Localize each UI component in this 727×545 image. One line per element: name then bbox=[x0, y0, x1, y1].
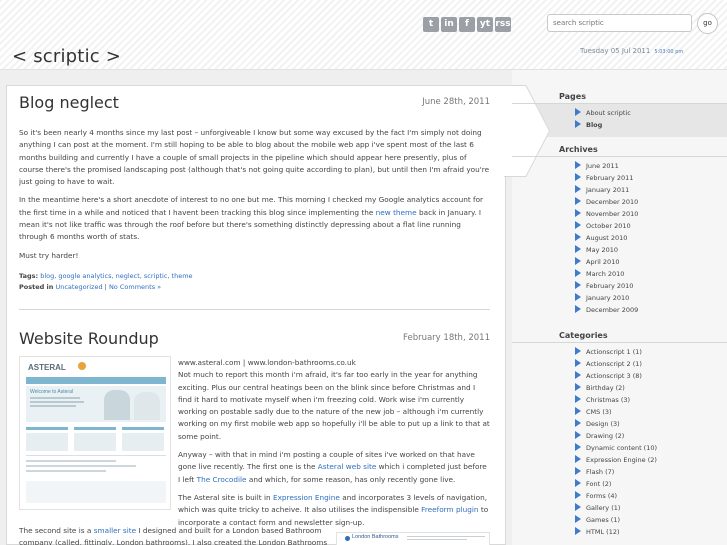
asteral-web-site-link[interactable]: Asteral web site bbox=[318, 462, 377, 471]
london-bathrooms-screenshot[interactable]: London Bathrooms bbox=[336, 532, 490, 545]
post-paragraph: The second site is a smaller site I desi… bbox=[19, 526, 328, 545]
category-item[interactable]: Flash (7) bbox=[575, 466, 657, 478]
category-item[interactable]: Actionscript 3 (8) bbox=[575, 370, 657, 382]
post-paragraph: In the meantime here's a short anecdote … bbox=[19, 195, 484, 242]
social-links: t in f yt rss bbox=[423, 17, 511, 32]
header-bar: t in f yt rss go < scriptic > Tuesday 05… bbox=[0, 0, 727, 70]
archive-item[interactable]: April 2010 bbox=[575, 256, 638, 268]
category-item[interactable]: HTML (12) bbox=[575, 526, 657, 538]
london-bathrooms-logo-mark bbox=[345, 536, 350, 541]
category-link[interactable]: Uncategorized bbox=[55, 283, 102, 291]
active-page-highlight bbox=[535, 103, 727, 137]
comments-link[interactable]: No Comments » bbox=[109, 283, 161, 291]
archive-item[interactable]: February 2010 bbox=[575, 280, 638, 292]
archive-item[interactable]: January 2010 bbox=[575, 292, 638, 304]
facebook-icon[interactable]: f bbox=[459, 17, 475, 32]
archive-item[interactable]: October 2010 bbox=[575, 220, 638, 232]
smaller-site-link[interactable]: smaller site bbox=[94, 526, 136, 535]
asteral-logo-mark bbox=[78, 362, 86, 370]
asteral-welcome: Welcome to Asteral bbox=[30, 389, 73, 395]
archive-item[interactable]: May 2010 bbox=[575, 244, 638, 256]
category-item[interactable]: CMS (3) bbox=[575, 406, 657, 418]
asteral-screenshot[interactable]: ASTERAL Welcome to Asteral bbox=[19, 356, 171, 510]
post-website-roundup: Website Roundup February 18th, 2011 bbox=[19, 329, 490, 348]
london-bathrooms-logo: London Bathrooms bbox=[352, 534, 399, 540]
go-button[interactable]: go bbox=[697, 13, 718, 34]
post-meta: Posted in Uncategorized | No Comments » bbox=[19, 282, 162, 291]
category-item[interactable]: Birthday (2) bbox=[575, 382, 657, 394]
search-input[interactable] bbox=[547, 14, 692, 32]
categories-heading: Categories bbox=[512, 329, 727, 343]
freeform-plugin-link[interactable]: Freeform plugin bbox=[421, 505, 478, 514]
archive-item[interactable]: February 2011 bbox=[575, 172, 638, 184]
pages-heading: Pages bbox=[512, 90, 727, 104]
tag-links[interactable]: blog, google analytics, neglect, scripti… bbox=[40, 272, 192, 280]
category-item[interactable]: Forms (4) bbox=[575, 490, 657, 502]
post-paragraph: Not much to report this month i'm afraid… bbox=[178, 370, 490, 441]
category-item[interactable]: Actionscript 1 (1) bbox=[575, 346, 657, 358]
categories-list: Actionscript 1 (1) Actionscript 2 (1) Ac… bbox=[575, 346, 657, 538]
hero-banner: Welcome to Asteral bbox=[26, 386, 166, 422]
pages-list: About scriptic Blog bbox=[575, 107, 631, 131]
asteral-logo: ASTERAL bbox=[28, 363, 66, 372]
category-item[interactable]: Drawing (2) bbox=[575, 430, 657, 442]
archive-item[interactable]: June 2011 bbox=[575, 160, 638, 172]
post-paragraph: So it's been nearly 4 months since my la… bbox=[19, 128, 490, 187]
post-tags: Tags: blog, google analytics, neglect, s… bbox=[19, 271, 193, 280]
category-item[interactable]: Design (3) bbox=[575, 418, 657, 430]
category-item[interactable]: Expression Engine (2) bbox=[575, 454, 657, 466]
archive-item[interactable]: December 2010 bbox=[575, 196, 638, 208]
category-item[interactable]: Games (1) bbox=[575, 514, 657, 526]
post-blog-neglect: Blog neglect June 28th, 2011 So it's bee… bbox=[19, 93, 490, 293]
post-date: February 18th, 2011 bbox=[403, 333, 490, 343]
post-title[interactable]: Blog neglect bbox=[19, 93, 490, 112]
asteral-link[interactable]: www.asteral.com bbox=[178, 358, 241, 367]
date-time: Tuesday 05 Jul 2011 5:03:00 pm bbox=[580, 47, 683, 55]
post-paragraph: The Asteral site is built in Expression … bbox=[178, 492, 489, 527]
category-item[interactable]: Actionscript 2 (1) bbox=[575, 358, 657, 370]
current-date: Tuesday 05 Jul 2011 bbox=[580, 47, 651, 55]
new-theme-link[interactable]: new theme bbox=[376, 208, 417, 217]
rss-icon[interactable]: rss bbox=[495, 17, 511, 32]
post-paragraph: Must try harder! bbox=[19, 250, 79, 260]
nav-strip bbox=[26, 377, 166, 384]
roundup-heading: www.asteral.com | www.london-bathrooms.c… bbox=[178, 358, 356, 367]
page-blog[interactable]: Blog bbox=[575, 119, 631, 131]
site-title[interactable]: < scriptic > bbox=[12, 46, 121, 67]
the-crocodile-link[interactable]: The Crocodile bbox=[197, 475, 247, 484]
page-about-scriptic[interactable]: About scriptic bbox=[575, 107, 631, 119]
post-paragraph: Anyway – with that in mind i'm posting a… bbox=[178, 450, 487, 484]
archive-item[interactable]: November 2010 bbox=[575, 208, 638, 220]
post-date: June 28th, 2011 bbox=[422, 97, 490, 107]
post-divider bbox=[19, 309, 490, 310]
expression-engine-link[interactable]: Expression Engine bbox=[273, 493, 340, 502]
category-item[interactable]: Christmas (3) bbox=[575, 394, 657, 406]
roundup-text: www.asteral.com | www.london-bathrooms.c… bbox=[178, 357, 490, 535]
category-item[interactable]: Dynamic content (10) bbox=[575, 442, 657, 454]
london-bathrooms-link[interactable]: www.london-bathrooms.co.uk bbox=[248, 358, 356, 367]
linkedin-icon[interactable]: in bbox=[441, 17, 457, 32]
archive-item[interactable]: March 2010 bbox=[575, 268, 638, 280]
category-item[interactable]: Font (2) bbox=[575, 478, 657, 490]
twitter-icon[interactable]: t bbox=[423, 17, 439, 32]
category-item[interactable]: Gallery (1) bbox=[575, 502, 657, 514]
archives-heading: Archives bbox=[512, 143, 727, 157]
youtube-icon[interactable]: yt bbox=[477, 17, 493, 32]
current-time: 5:03:00 pm bbox=[654, 49, 684, 55]
archive-item[interactable]: December 2009 bbox=[575, 304, 638, 316]
archives-list: June 2011 February 2011 January 2011 Dec… bbox=[575, 160, 638, 316]
archive-item[interactable]: January 2011 bbox=[575, 184, 638, 196]
archive-item[interactable]: August 2010 bbox=[575, 232, 638, 244]
